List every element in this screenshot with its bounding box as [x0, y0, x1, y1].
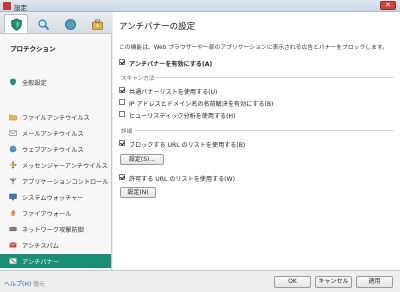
- page-title: アンチバナーの設定: [119, 22, 196, 32]
- allow-list-settings-button[interactable]: 設定(N): [120, 187, 156, 198]
- sidebar-item-messenger-antivirus[interactable]: メッセンジャーアンチウイルス: [0, 158, 111, 172]
- common-banner-list-checkbox[interactable]: [119, 87, 125, 93]
- allow-url-list-label: 許可する URL のリストを使用する(W): [129, 176, 235, 183]
- common-banner-list-label: 共通バナーリストを使用する(U): [129, 89, 218, 96]
- enable-anti-banner-checkbox[interactable]: [119, 59, 125, 65]
- footer-bar: ヘルプ(H) 復元 OK キャンセル 適用: [0, 270, 400, 292]
- block-url-list-label: ブロックする URL のリストを使用する(B): [129, 142, 246, 149]
- restore-link[interactable]: 復元: [33, 279, 45, 288]
- allow-url-list-checkbox[interactable]: [119, 174, 125, 180]
- sidebar-item-file-antivirus[interactable]: ファイルアンチウイルス: [0, 110, 111, 124]
- tab-update[interactable]: [58, 14, 82, 33]
- heuristic-analysis-label: ヒューリスティック分析を使用する(H): [129, 113, 236, 120]
- shield-icon: [11, 18, 22, 31]
- block-url-list-checkbox[interactable]: [119, 140, 125, 146]
- apply-button[interactable]: 適用: [356, 276, 393, 288]
- briefcase-icon: [92, 19, 103, 30]
- sidebar-item-anti-banner[interactable]: アンチバナー: [0, 254, 111, 268]
- globe-icon: [65, 19, 76, 30]
- tab-strip: [0, 12, 112, 34]
- sidebar-item-label: ファイルアンチウイルス: [22, 115, 90, 122]
- web-icon: [9, 145, 17, 153]
- antispam-icon: [9, 242, 17, 248]
- firewall-icon: [11, 209, 15, 217]
- general-icon: [10, 78, 16, 86]
- sidebar-item-web-antivirus[interactable]: ウェブアンチウイルス: [0, 142, 111, 156]
- search-icon: [38, 19, 50, 31]
- help-link[interactable]: ヘルプ(H): [4, 279, 31, 288]
- settings-panel: アンチバナーの設定 この機能は、Web ブラウザーや一部のアプリケーションに表示…: [113, 12, 400, 270]
- close-button[interactable]: ✕: [380, 1, 396, 10]
- section-title: プロテクション: [10, 45, 56, 53]
- folder-icon: [9, 114, 17, 121]
- title-bar: 設定 ✕: [0, 0, 400, 12]
- sidebar-item-label: アンチスパム: [22, 243, 59, 250]
- monitor-icon: [9, 193, 17, 201]
- sidebar-item-firewall[interactable]: ファイアウォール: [0, 206, 111, 220]
- messenger-icon: [9, 161, 17, 169]
- sidebar-item-label: メールアンチウイルス: [22, 131, 84, 138]
- description: この機能は、Web ブラウザーや一部のアプリケーションに表示される広告とバナーを…: [119, 45, 388, 51]
- group-divider: [151, 77, 394, 78]
- sidebar-item-label: アプリケーションコントロール: [22, 179, 109, 186]
- ip-domain-resolution-checkbox[interactable]: [119, 99, 125, 105]
- sidebar-item-label: 全般設定: [22, 80, 47, 87]
- tab-scan[interactable]: [31, 14, 55, 33]
- group-divider: [135, 130, 394, 131]
- sidebar-item-application-control[interactable]: アプリケーションコントロール: [0, 174, 111, 188]
- ok-button[interactable]: OK: [274, 276, 311, 288]
- ip-domain-resolution-label: IP アドレスとドメイン名の名前解決を有効にする(B): [129, 101, 274, 108]
- sidebar: プロテクション 全般設定 ファイルアンチウイルス メールアンチウイルス ウェブア…: [0, 12, 112, 270]
- sidebar-item-label: ウェブアンチウイルス: [22, 147, 84, 154]
- advanced-group-label: 詳細: [121, 129, 133, 135]
- sidebar-item-label: システムウォッチャー: [22, 195, 84, 202]
- mail-icon: [9, 130, 17, 136]
- sidebar-item-system-watcher[interactable]: システムウォッチャー: [0, 190, 111, 204]
- tab-protection[interactable]: [4, 14, 28, 33]
- heuristic-analysis-checkbox[interactable]: [119, 111, 125, 117]
- sidebar-item-mail-antivirus[interactable]: メールアンチウイルス: [0, 126, 111, 140]
- app-icon: [3, 2, 11, 10]
- sidebar-item-label: ネットワーク攻撃防御: [22, 227, 84, 234]
- sidebar-item-label: メッセンジャーアンチウイルス: [22, 163, 108, 170]
- cancel-button[interactable]: キャンセル: [315, 276, 352, 288]
- sidebar-item-label: アンチバナー: [22, 259, 59, 266]
- tab-options[interactable]: [85, 14, 109, 33]
- window-title: 設定: [14, 4, 27, 12]
- scan-methods-group-label: スキャン方法: [121, 76, 155, 82]
- network-icon: [9, 227, 17, 232]
- sidebar-item-network-attack-blocker[interactable]: ネットワーク攻撃防御: [0, 222, 111, 236]
- block-list-settings-button[interactable]: 設定(S)...: [120, 154, 164, 165]
- sidebar-item-general[interactable]: 全般設定: [0, 75, 111, 89]
- enable-anti-banner-label: アンチバナーを有効にする(A): [129, 61, 213, 68]
- antibanner-icon: [9, 258, 17, 264]
- app-control-icon: [9, 177, 17, 185]
- sidebar-item-label: ファイアウォール: [22, 211, 72, 218]
- sidebar-item-antispam[interactable]: アンチスパム: [0, 238, 111, 252]
